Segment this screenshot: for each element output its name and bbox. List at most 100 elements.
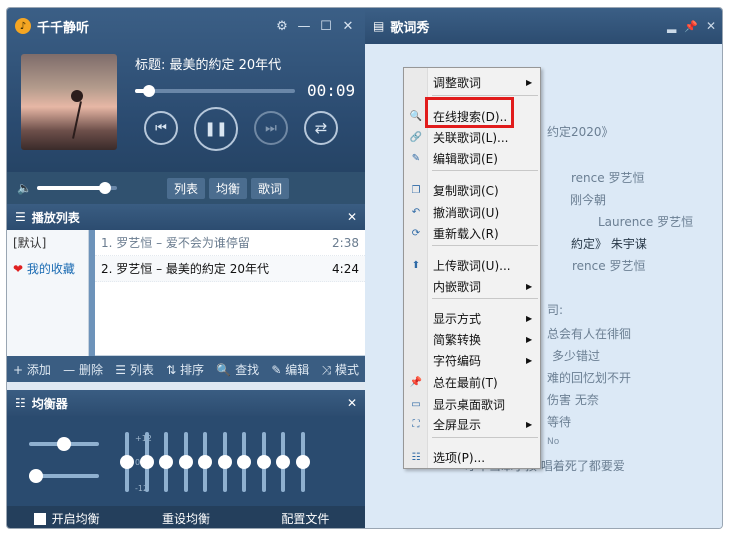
volume-knob[interactable]: [99, 182, 111, 194]
equalizer-close-icon[interactable]: ✕: [347, 396, 357, 410]
lyric-line: 多少错过: [552, 349, 601, 363]
eq-band-slider[interactable]: [276, 432, 290, 492]
play-mode-button[interactable]: ⇄: [304, 111, 338, 145]
eq-band-knob[interactable]: [159, 455, 173, 469]
fullscreen-icon: ⛶: [412, 419, 420, 430]
volume-slider[interactable]: [37, 182, 117, 194]
checkbox[interactable]: [33, 512, 46, 525]
mode-button[interactable]: ⤨ 模式: [322, 361, 359, 378]
previous-icon: ⏮: [155, 120, 167, 136]
menu-item[interactable]: ⛶ 全屏显示 ▶: [404, 414, 540, 435]
lyrics-minimize-icon[interactable]: ▂: [667, 19, 676, 33]
menu-item[interactable]: ❐ 复制歌词(C): [404, 180, 540, 201]
menu-item[interactable]: 📌 总在最前(T): [404, 372, 540, 393]
eq-band-knob[interactable]: [256, 455, 271, 469]
balance-slider[interactable]: [29, 437, 99, 451]
playlist-close-icon[interactable]: ✕: [347, 210, 357, 224]
equalizer-header: ☷ 均衡器 ✕: [7, 390, 365, 416]
edit-button[interactable]: ✎ 编辑: [271, 361, 309, 378]
album-cover[interactable]: [21, 54, 117, 150]
pin-icon[interactable]: 📌: [684, 20, 698, 33]
group-default[interactable]: [默认]: [7, 230, 88, 256]
restore-icon[interactable]: ☐: [317, 17, 335, 35]
list-button[interactable]: ☰ 列表: [115, 361, 154, 378]
menu-item-icon-slot: [404, 329, 428, 350]
desktop-icon: ▭: [411, 399, 421, 410]
menu-separator: [432, 170, 538, 171]
progress-bar[interactable]: [135, 85, 295, 97]
profile-button[interactable]: 配置文件: [246, 510, 365, 527]
eq-band-slider[interactable]: [217, 432, 232, 492]
eq-band-knob[interactable]: [237, 455, 251, 469]
progress-knob[interactable]: [143, 85, 156, 97]
pause-button[interactable]: ❚❚: [194, 107, 238, 151]
eq-band-knob[interactable]: [276, 455, 290, 469]
lyrics-close-icon[interactable]: ✕: [706, 19, 716, 33]
settings-icon[interactable]: ⚙: [273, 17, 291, 35]
reset-eq-button[interactable]: 重设均衡: [126, 510, 245, 527]
menu-item-label: 显示方式: [433, 312, 482, 326]
track-name: 1. 罗艺恒 – 爱不会为谁停留: [101, 236, 250, 250]
options-icon: ☷: [411, 452, 421, 463]
lyrics-header[interactable]: ▤ 歌词秀 ▂ 📌 ✕: [365, 8, 722, 44]
submenu-arrow-icon: ▶: [526, 420, 533, 429]
eq-band-slider[interactable]: [120, 432, 134, 492]
preamp-slider[interactable]: [29, 469, 99, 483]
enable-eq-toggle[interactable]: 开启均衡: [7, 510, 126, 527]
minimize-icon[interactable]: —: [295, 17, 313, 35]
track-row[interactable]: 1. 罗艺恒 – 爱不会为谁停留 2:38: [95, 230, 365, 256]
eq-band-knob[interactable]: [120, 455, 134, 469]
group-favorites[interactable]: ❤ 我的收藏: [7, 256, 88, 282]
eq-band-slider[interactable]: [295, 432, 310, 492]
toggle-equalizer-button[interactable]: 均衡: [209, 177, 248, 199]
menu-item[interactable]: 调整歌词 ▶: [404, 72, 540, 93]
menu-item[interactable]: 内嵌歌词 ▶: [404, 276, 540, 297]
menu-item[interactable]: ⟳ 重新载入(R): [404, 223, 540, 244]
menu-item[interactable]: ☷ 选项(P)...: [404, 447, 540, 468]
sort-button[interactable]: ⇅ 排序: [166, 361, 204, 378]
eq-band-knob[interactable]: [178, 455, 193, 469]
close-icon[interactable]: ✕: [339, 17, 357, 35]
next-button[interactable]: ⏭: [254, 111, 288, 145]
eq-band-knob[interactable]: [217, 455, 232, 469]
menu-item[interactable]: ✎ 编辑歌词(E): [404, 148, 540, 169]
menu-item[interactable]: 显示方式 ▶: [404, 308, 540, 329]
track-row-current[interactable]: 2. 罗艺恒 – 最美的約定 20年代 4:24: [95, 256, 365, 282]
eq-band-knob[interactable]: [139, 455, 154, 469]
submenu-arrow-icon: ▶: [526, 356, 533, 365]
find-button[interactable]: 🔍 查找: [216, 361, 259, 378]
eq-band-knob[interactable]: [295, 455, 310, 469]
eq-band-knob[interactable]: [198, 455, 212, 469]
player-panel: ♪ 千千静听 ⚙ — ☐ ✕ 标题: 最美的約定 20年代 00:09 ⏮ ❚❚…: [7, 8, 365, 204]
add-button[interactable]: + 添加: [13, 361, 51, 378]
delete-button[interactable]: — 删除: [63, 361, 103, 378]
toggle-playlist-button[interactable]: 列表: [167, 177, 206, 199]
menu-item[interactable]: ⬆ 上传歌词(U)...: [404, 255, 540, 276]
upload-icon: ⬆: [411, 260, 421, 271]
lyrics-title: 歌词秀: [390, 20, 430, 36]
toggle-lyrics-button[interactable]: 歌词: [251, 177, 290, 199]
eq-band-slider[interactable]: [256, 432, 271, 492]
submenu-arrow-icon: ▶: [526, 78, 533, 87]
lyric-line: No: [547, 437, 560, 447]
menu-item[interactable]: ↶ 撤消歌词(U): [404, 202, 540, 223]
volume-icon[interactable]: 🔈: [17, 181, 33, 195]
list-icon: ☰: [15, 210, 26, 224]
eq-band-slider[interactable]: [159, 432, 173, 492]
preamp-knob[interactable]: [29, 469, 43, 483]
menu-item[interactable]: 🔗 关联歌词(L)...: [404, 127, 540, 148]
menu-item[interactable]: ▭ 显示桌面歌词: [404, 394, 540, 415]
previous-button[interactable]: ⏮: [144, 111, 178, 145]
player-title-bar[interactable]: ♪ 千千静听 ⚙ — ☐ ✕: [7, 8, 365, 44]
equalizer-footer: 开启均衡 重设均衡 配置文件: [7, 506, 365, 528]
eq-band-slider[interactable]: [178, 432, 193, 492]
reload-icon: ⟳: [411, 228, 421, 239]
eq-band-slider[interactable]: [198, 432, 212, 492]
menu-item[interactable]: 字符编码 ▶: [404, 350, 540, 371]
eq-band-slider[interactable]: [237, 432, 251, 492]
menu-item[interactable]: 简繁转换 ▶: [404, 329, 540, 350]
balance-knob[interactable]: [57, 437, 71, 451]
eq-band-slider[interactable]: [139, 432, 154, 492]
eq-scale-top: +12: [135, 434, 152, 443]
menu-item-label: 全屏显示: [433, 418, 482, 432]
